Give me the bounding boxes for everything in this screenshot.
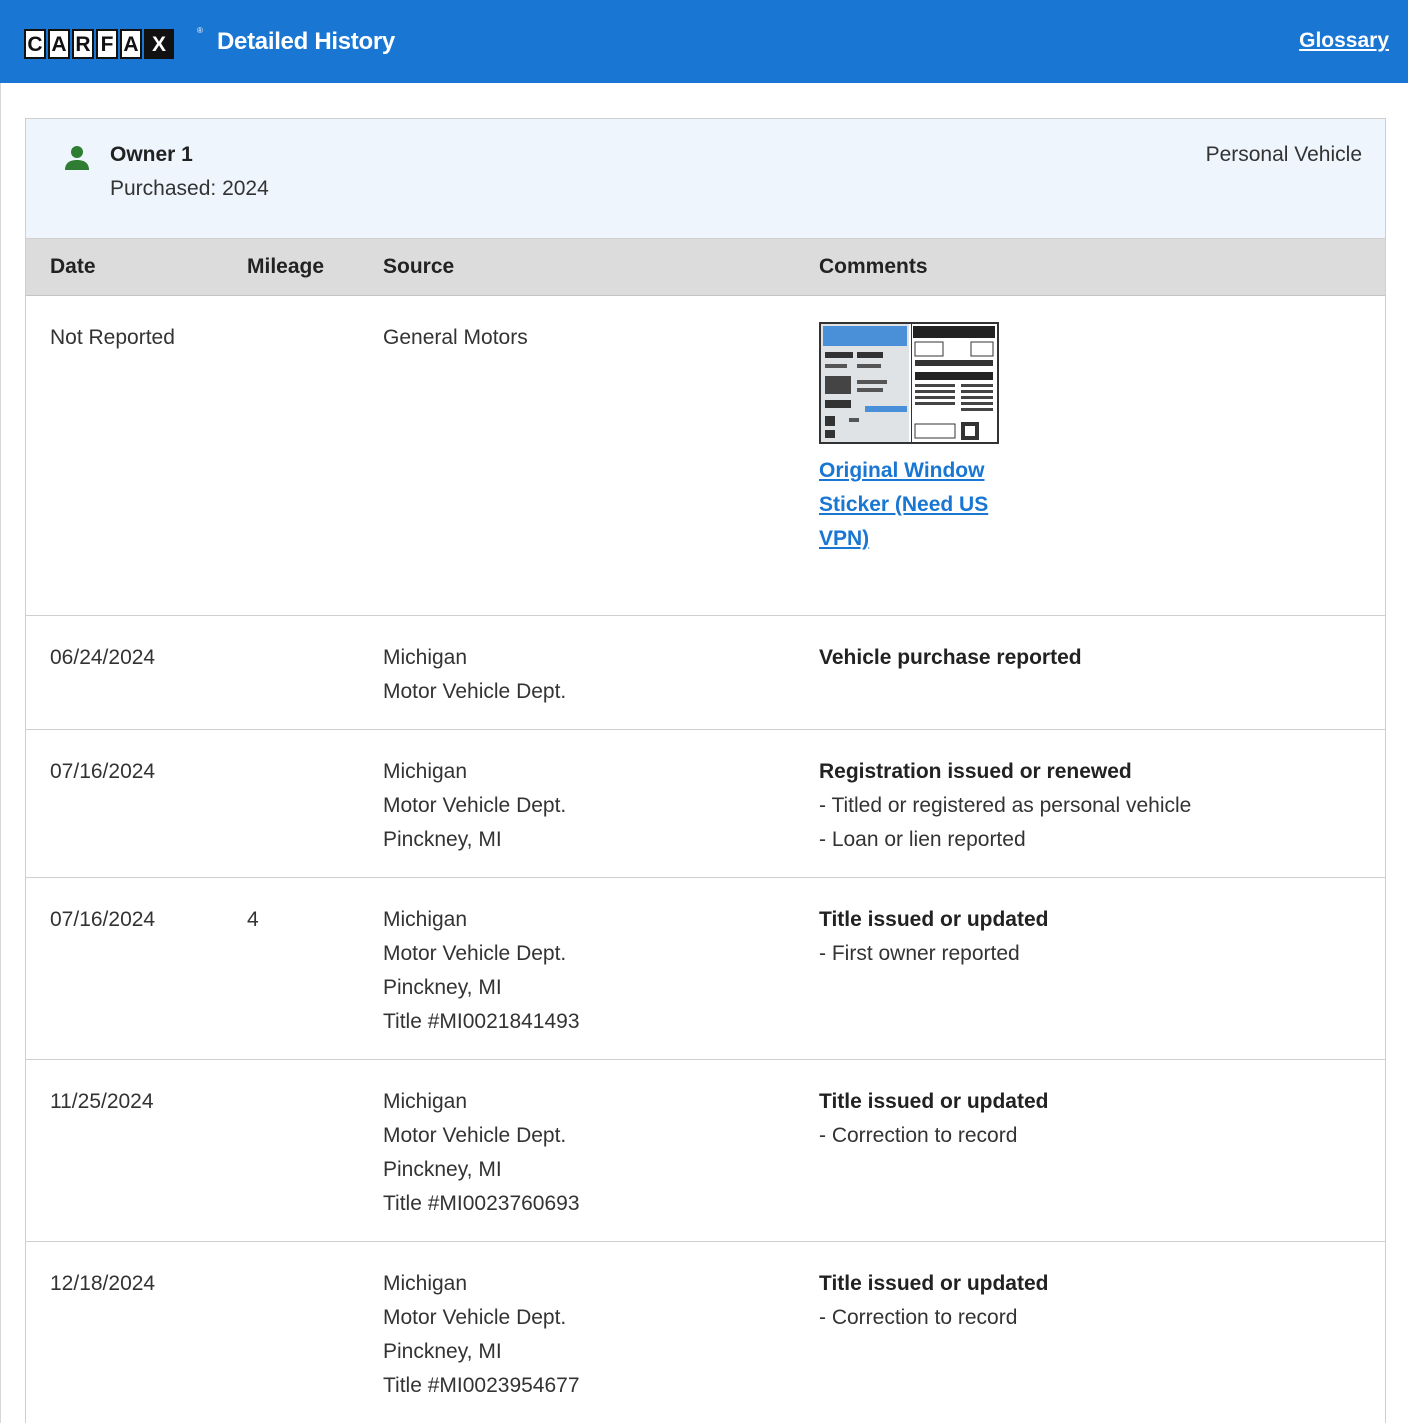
window-sticker-image (821, 324, 995, 442)
logo-letter: X (144, 29, 174, 59)
row-source: Michigan Motor Vehicle Dept. Pinckney, M… (383, 903, 580, 1039)
source-line: Motor Vehicle Dept. (383, 1306, 567, 1329)
source-line: Michigan (383, 908, 468, 931)
source-line: Michigan (383, 646, 468, 669)
row-date: 12/18/2024 (50, 1272, 156, 1295)
table-row: Not Reported General Motors Original Win… (26, 296, 1385, 616)
row-date: Not Reported (50, 326, 175, 349)
row-source: General Motors (383, 321, 528, 355)
page-border (0, 83, 1, 1423)
comment-note: - Titled or registered as personal vehic… (819, 794, 1192, 817)
row-source: Michigan Motor Vehicle Dept. Pinckney, M… (383, 755, 566, 857)
column-header-date: Date (50, 255, 96, 278)
owner-summary: Owner 1 Purchased: 2024 Personal Vehicle (26, 119, 1385, 239)
source-line: Title #MI0021841493 (383, 1010, 580, 1033)
row-source: Michigan Motor Vehicle Dept. Pinckney, M… (383, 1085, 580, 1221)
logo-letter: C (24, 29, 46, 59)
source-line: Motor Vehicle Dept. (383, 794, 567, 817)
row-date: 07/16/2024 (50, 908, 156, 931)
comment-title: Title issued or updated (819, 1272, 1049, 1295)
table-row: 11/25/2024 Michigan Motor Vehicle Dept. … (26, 1060, 1385, 1242)
comment-note: - Correction to record (819, 1306, 1018, 1329)
comment-title: Vehicle purchase reported (819, 646, 1082, 669)
column-header-mileage: Mileage (247, 255, 325, 278)
row-mileage: 4 (247, 908, 259, 931)
person-icon (65, 146, 89, 170)
glossary-link[interactable]: Glossary (1299, 29, 1389, 53)
table-header: Date Mileage Source Comments (26, 239, 1385, 296)
source-line: Michigan (383, 1272, 468, 1295)
comment-title: Title issued or updated (819, 908, 1049, 931)
owner-purchased: Purchased: 2024 (110, 177, 269, 200)
row-date: 11/25/2024 (50, 1090, 154, 1113)
source-line: Motor Vehicle Dept. (383, 1124, 567, 1147)
source-line: Pinckney, MI (383, 1158, 502, 1181)
header-bar: C A R F A X ® Detailed History Glossary (0, 0, 1408, 83)
source-line: Michigan (383, 1090, 468, 1113)
table-row: 07/16/2024 Michigan Motor Vehicle Dept. … (26, 730, 1385, 878)
row-comments: Original Window Sticker (Need US VPN) (819, 321, 1009, 556)
row-date: 07/16/2024 (50, 760, 156, 783)
comment-title: Title issued or updated (819, 1090, 1049, 1113)
column-header-comments: Comments (819, 255, 928, 278)
logo-letter: A (120, 29, 142, 59)
row-comments: Title issued or updated - Correction to … (819, 1267, 1048, 1335)
source-line: Michigan (383, 760, 468, 783)
window-sticker-link[interactable]: Original Window Sticker (Need US VPN) (819, 454, 1009, 556)
logo-letter: R (72, 29, 94, 59)
column-header-source: Source (383, 255, 455, 278)
trademark-mark: ® (197, 26, 203, 35)
source-line: Title #MI0023954677 (383, 1374, 580, 1397)
owner-history-card: Owner 1 Purchased: 2024 Personal Vehicle… (25, 118, 1386, 1423)
row-source: Michigan Motor Vehicle Dept. (383, 641, 566, 709)
logo-letter: F (96, 29, 118, 59)
source-line: General Motors (383, 326, 528, 349)
owner-name: Owner 1 (110, 143, 193, 166)
carfax-logo: C A R F A X (24, 29, 176, 59)
logo-letter: A (48, 29, 70, 59)
comment-note: - Loan or lien reported (819, 828, 1026, 851)
source-line: Motor Vehicle Dept. (383, 680, 567, 703)
row-comments: Title issued or updated - Correction to … (819, 1085, 1048, 1153)
table-row: 07/16/2024 4 Michigan Motor Vehicle Dept… (26, 878, 1385, 1060)
row-date: 06/24/2024 (50, 646, 156, 669)
source-line: Pinckney, MI (383, 828, 502, 851)
source-line: Pinckney, MI (383, 976, 502, 999)
vehicle-type: Personal Vehicle (1205, 143, 1362, 166)
table-row: 06/24/2024 Michigan Motor Vehicle Dept. … (26, 616, 1385, 730)
row-comments: Registration issued or renewed - Titled … (819, 755, 1191, 857)
row-comments: Vehicle purchase reported (819, 641, 1082, 675)
source-line: Title #MI0023760693 (383, 1192, 580, 1215)
source-line: Pinckney, MI (383, 1340, 502, 1363)
table-row: 12/18/2024 Michigan Motor Vehicle Dept. … (26, 1242, 1385, 1423)
row-comments: Title issued or updated - First owner re… (819, 903, 1048, 971)
comment-note: - Correction to record (819, 1124, 1018, 1147)
page-title: Detailed History (217, 28, 395, 55)
comment-note: - First owner reported (819, 942, 1020, 965)
row-source: Michigan Motor Vehicle Dept. Pinckney, M… (383, 1267, 580, 1403)
comment-title: Registration issued or renewed (819, 760, 1132, 783)
window-sticker-thumbnail[interactable] (819, 322, 999, 444)
source-line: Motor Vehicle Dept. (383, 942, 567, 965)
